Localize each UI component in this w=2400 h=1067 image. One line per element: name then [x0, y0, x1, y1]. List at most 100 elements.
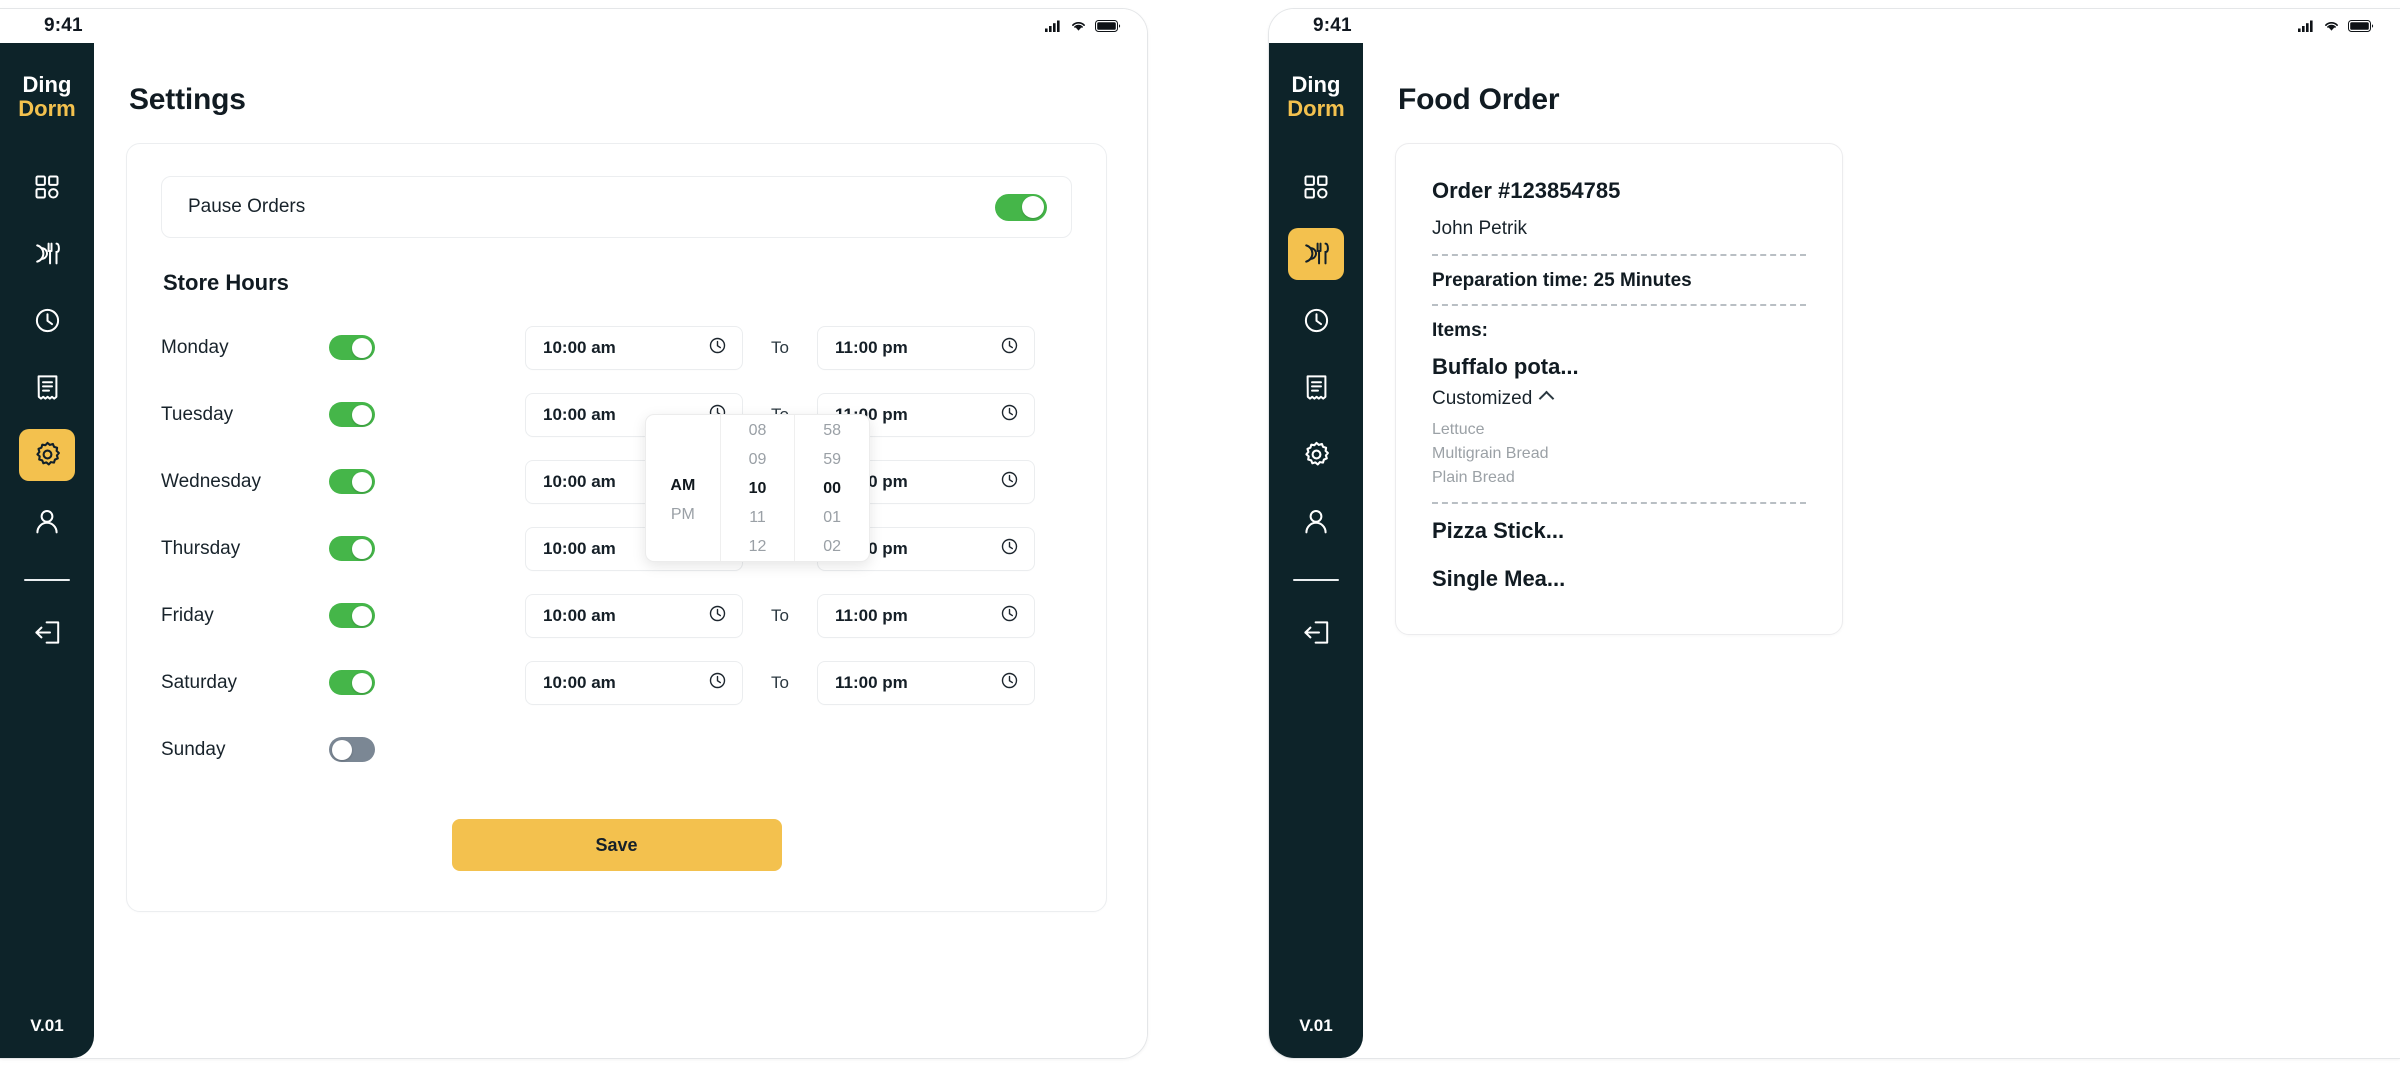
table-row: Thursday 10:00 am To 11:00 pm: [161, 515, 1072, 582]
time-picker-hour-column[interactable]: 08 09 10 11 12: [719, 415, 795, 561]
day-label: Wednesday: [161, 470, 261, 492]
sidebar-item-food-orders[interactable]: [1288, 227, 1344, 280]
day-toggle-cell: [329, 335, 525, 360]
brand-line-2: Dorm: [1287, 95, 1345, 121]
sidebar-item-dashboard[interactable]: [19, 161, 75, 213]
time-picker-hour-option[interactable]: 08: [749, 417, 767, 444]
time-picker-minute-column[interactable]: 58 59 00 01 02: [794, 415, 869, 561]
sidebar-version-label: V.01: [1299, 1016, 1333, 1035]
order-item-name: Single Mea...: [1432, 566, 1566, 591]
time-picker-minute-option[interactable]: 00: [823, 475, 841, 502]
clock-icon: [1001, 471, 1018, 493]
open-time-field[interactable]: 10:00 am: [525, 660, 743, 705]
device-body-right: Ding Dorm V.01 Food Order Order #1238547…: [1269, 43, 2400, 1058]
time-picker-minute-option[interactable]: 02: [823, 533, 841, 560]
time-picker-minute-option[interactable]: 59: [823, 446, 841, 473]
customized-toggle-row[interactable]: Customized: [1432, 388, 1806, 410]
wifi-icon: [1071, 20, 1086, 32]
day-toggle-cell: [329, 603, 525, 628]
brand-line-1: Ding: [1291, 72, 1341, 97]
sidebar-item-settings[interactable]: [19, 428, 75, 481]
customized-label: Customized: [1432, 388, 1533, 409]
time-picker-minute-option[interactable]: 01: [823, 504, 841, 531]
table-row: Friday 10:00 am To 11:00 pm: [161, 582, 1072, 649]
chevron-up-icon[interactable]: [1539, 390, 1555, 406]
sidebar-item-logout[interactable]: [1288, 607, 1344, 659]
time-picker-hour-option[interactable]: 12: [749, 533, 767, 560]
time-picker-meridiem-option[interactable]: PM: [671, 501, 695, 528]
divider-dashed: [1432, 304, 1806, 306]
receipt-icon: [1304, 374, 1329, 401]
day-toggle[interactable]: [329, 469, 375, 494]
table-row: Monday 10:00 am To 11:00 pm: [161, 314, 1072, 381]
day-toggle[interactable]: [329, 536, 375, 561]
sidebar-item-logout[interactable]: [19, 607, 75, 659]
items-label: Items:: [1432, 320, 1488, 341]
list-item: Buffalo pota... Customized Lettuce Multi…: [1432, 354, 1806, 490]
table-row: Wednesday 10:00 am To 11:00 pm: [161, 448, 1072, 515]
list-item: Pizza Stick...: [1432, 518, 1806, 544]
sidebar-item-account[interactable]: [19, 496, 75, 548]
status-bar-icons: [1045, 20, 1121, 32]
sidebar-item-receipts[interactable]: [19, 362, 75, 414]
sidebar-divider: [1293, 578, 1339, 581]
day-toggle-cell: [329, 536, 525, 561]
order-id: Order #123854785: [1432, 178, 1621, 203]
clock-icon: [1001, 672, 1018, 694]
toggle-knob: [352, 404, 372, 425]
pause-orders-toggle[interactable]: [995, 193, 1047, 221]
open-time-value: 10:00 am: [543, 404, 616, 424]
sidebar-item-dashboard[interactable]: [1288, 161, 1344, 213]
save-button[interactable]: Save: [451, 819, 782, 871]
sidebar-item-food-orders[interactable]: [19, 228, 75, 280]
time-picker-hour-option[interactable]: 10: [749, 475, 767, 502]
day-toggle[interactable]: [329, 670, 375, 695]
time-picker-minute-option[interactable]: 58: [823, 417, 841, 444]
clock-icon: [709, 337, 726, 359]
sidebar-item-receipts[interactable]: [1288, 362, 1344, 414]
sidebar-version-label: V.01: [30, 1016, 64, 1035]
brand-logo: Ding Dorm: [18, 73, 75, 121]
toggle-knob: [352, 538, 372, 559]
day-toggle[interactable]: [329, 737, 375, 762]
time-picker-meridiem-option[interactable]: AM: [670, 472, 695, 499]
toggle-knob: [352, 672, 372, 693]
status-bar-time: 9:41: [1313, 15, 1352, 36]
customization-option: Lettuce: [1432, 421, 1485, 438]
close-time-field[interactable]: 11:00 pm: [817, 593, 1035, 638]
day-toggle[interactable]: [329, 603, 375, 628]
sidebar-nav-left: [0, 161, 94, 674]
day-toggle[interactable]: [329, 335, 375, 360]
wifi-icon: [2324, 20, 2339, 32]
pause-orders-row: Pause Orders: [161, 176, 1072, 238]
day-toggle-cell: [329, 402, 525, 427]
open-time-value: 10:00 am: [543, 471, 616, 491]
preparation-time: Preparation time: 25 Minutes: [1432, 270, 1692, 291]
time-picker-meridiem-column[interactable]: AM PM: [646, 415, 720, 561]
sidebar-item-settings[interactable]: [1288, 429, 1344, 481]
close-time-field[interactable]: 11:00 pm: [817, 660, 1035, 705]
order-card: Order #123854785 John Petrik Preparation…: [1395, 143, 1843, 635]
day-label: Sunday: [161, 738, 226, 760]
status-bar-right: 9:41: [1269, 9, 2400, 43]
clock-icon: [1001, 337, 1018, 359]
clock-icon: [1001, 538, 1018, 560]
open-time-field[interactable]: 10:00 am: [525, 593, 743, 638]
time-picker-hour-option[interactable]: 09: [749, 446, 767, 473]
cutlery-food-icon: [1303, 240, 1330, 267]
day-toggle[interactable]: [329, 402, 375, 427]
day-label: Thursday: [161, 537, 241, 559]
sidebar-item-account[interactable]: [1288, 496, 1344, 548]
time-picker-hour-option[interactable]: 11: [749, 504, 766, 531]
receipt-icon: [35, 374, 60, 401]
store-hours-title: Store Hours: [163, 270, 289, 295]
open-time-field[interactable]: 10:00 am: [525, 325, 743, 370]
table-row: Saturday 10:00 am To 11:00 pm: [161, 649, 1072, 716]
sidebar-item-schedule[interactable]: [19, 295, 75, 347]
day-toggle-cell: [329, 737, 525, 762]
time-picker-popup[interactable]: AM PM 08 09 10 11 12 58 59 00 01 02: [645, 414, 870, 562]
order-item-name: Pizza Stick...: [1432, 518, 1565, 543]
close-time-field[interactable]: 11:00 pm: [817, 325, 1035, 370]
sidebar-item-schedule[interactable]: [1288, 295, 1344, 347]
sidebar-left: Ding Dorm V.01: [0, 43, 94, 1058]
